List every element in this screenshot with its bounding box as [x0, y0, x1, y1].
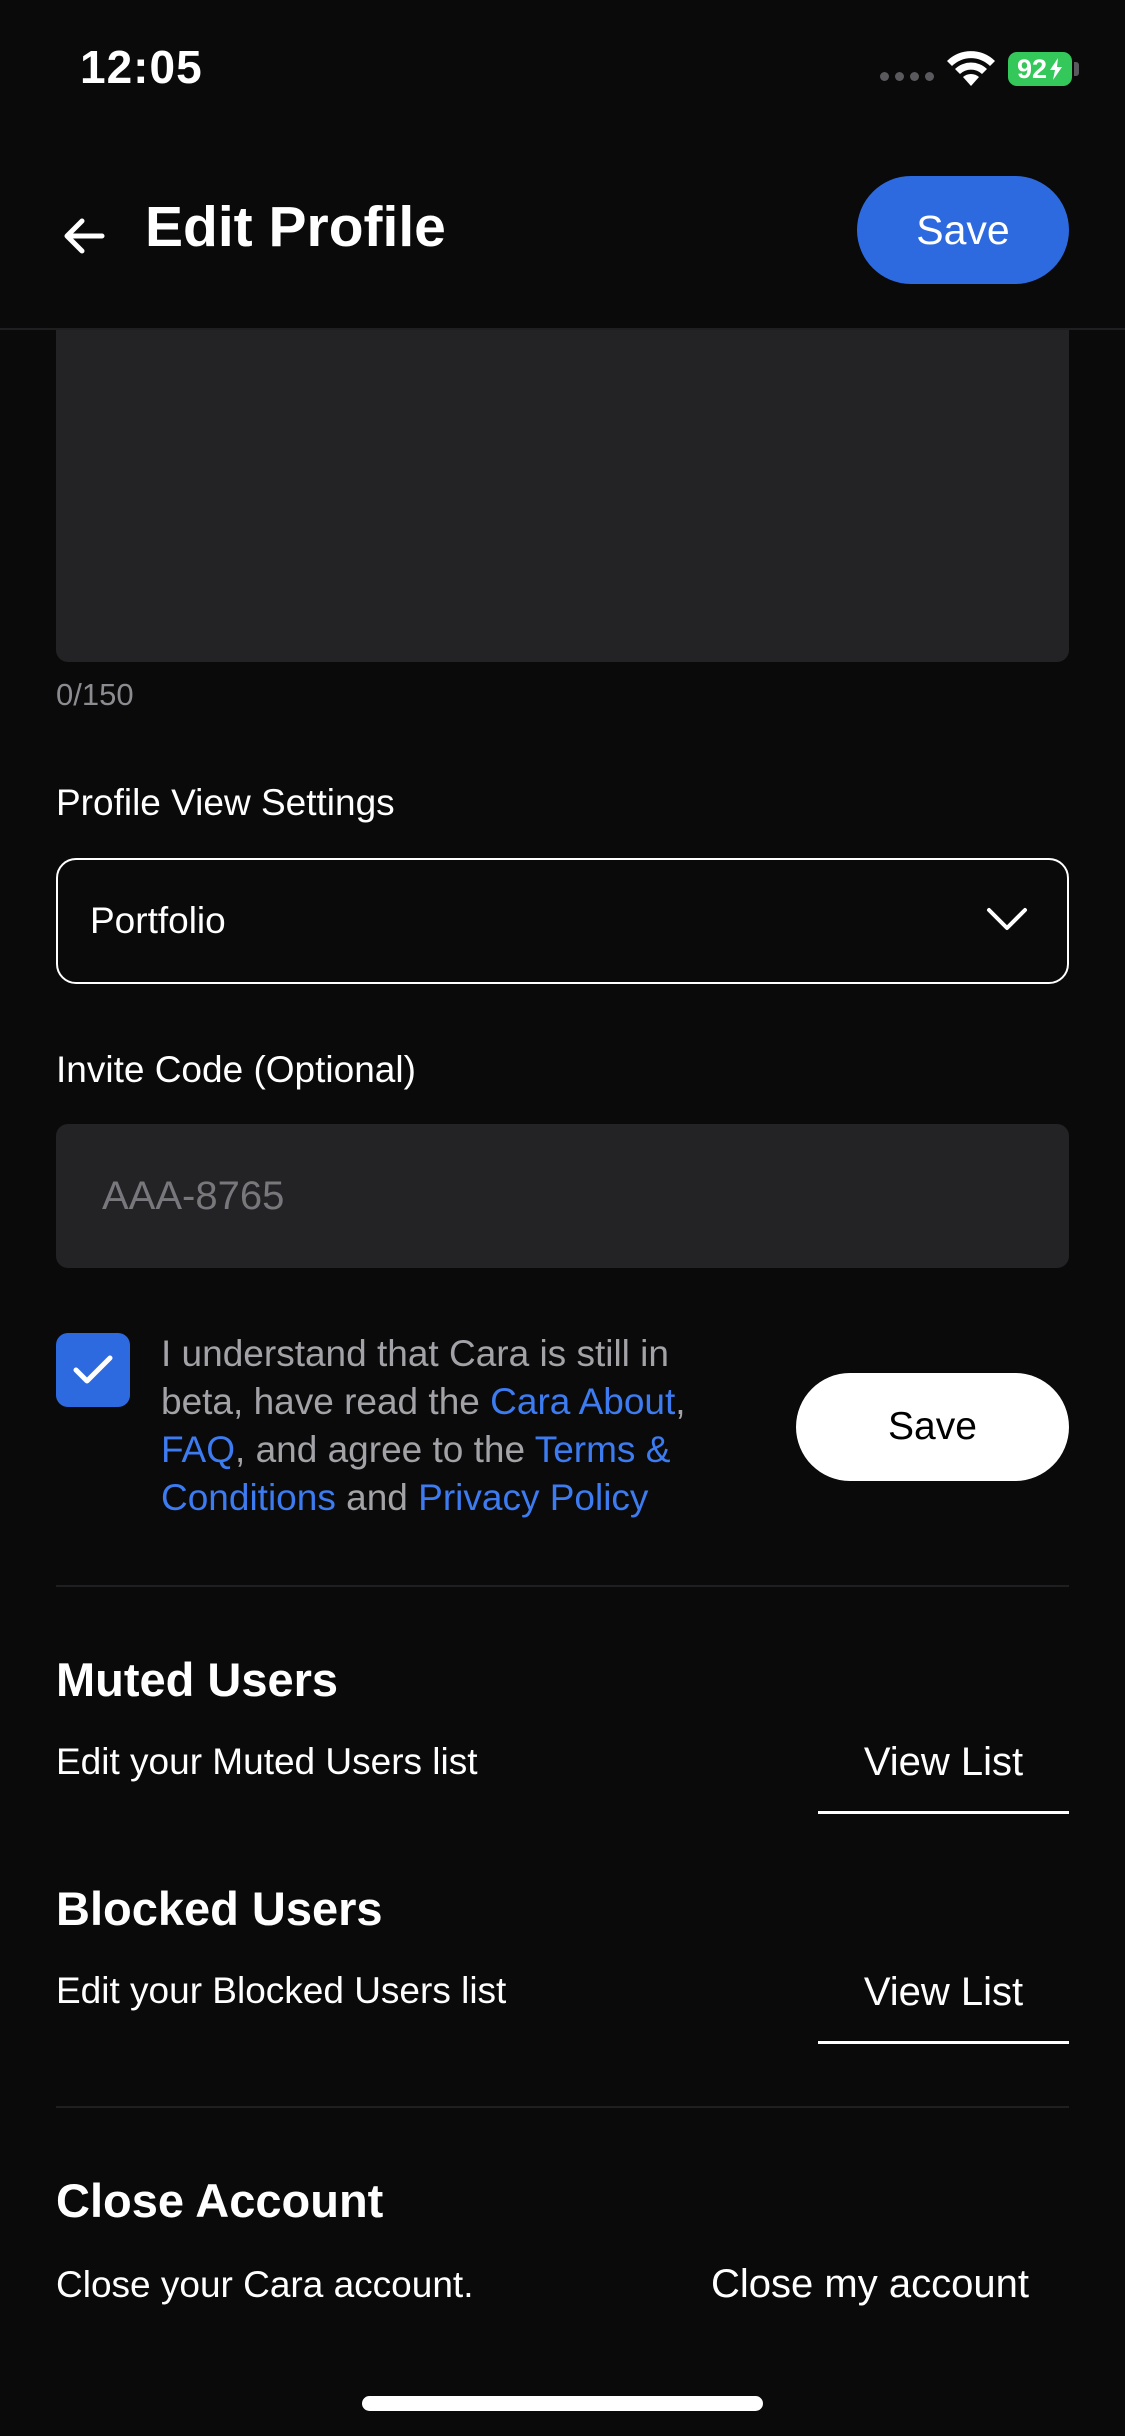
home-indicator [362, 2396, 763, 2411]
blocked-users-title: Blocked Users [56, 1882, 383, 1935]
muted-users-title: Muted Users [56, 1653, 339, 1706]
status-bar: 12:05 92 [0, 0, 1125, 140]
checkmark-icon [73, 1355, 113, 1384]
bio-textarea[interactable] [56, 330, 1069, 662]
signal-icon [880, 72, 934, 81]
terms-save-button[interactable]: Save [796, 1373, 1069, 1481]
header: Edit Profile Save [0, 140, 1125, 330]
terms-checkbox[interactable] [56, 1333, 130, 1407]
terms-text-2: , [675, 1381, 686, 1422]
arrow-left-icon [64, 218, 105, 254]
profile-view-select[interactable]: Portfolio [56, 858, 1069, 984]
invite-code-label: Invite Code (Optional) [56, 1049, 416, 1090]
char-count: 0/150 [56, 677, 134, 712]
muted-view-list-button[interactable]: View List [818, 1732, 1069, 1814]
battery-icon: 92 [1008, 52, 1072, 86]
profile-view-label: Profile View Settings [56, 782, 395, 823]
faq-link[interactable]: FAQ [161, 1429, 235, 1470]
battery-level: 92 [1016, 53, 1048, 84]
terms-text-4: and [335, 1477, 419, 1518]
divider [56, 1585, 1069, 1587]
cara-about-link[interactable]: Cara About [490, 1381, 675, 1422]
status-time: 12:05 [80, 41, 203, 93]
muted-users-description: Edit your Muted Users list [56, 1741, 478, 1782]
close-account-title: Close Account [56, 2174, 384, 2227]
blocked-users-description: Edit your Blocked Users list [56, 1970, 507, 2011]
blocked-view-list-button[interactable]: View List [818, 1962, 1069, 2044]
profile-view-value: Portfolio [90, 900, 226, 941]
invite-code-input[interactable] [56, 1124, 1069, 1268]
divider [56, 2106, 1069, 2108]
privacy-policy-link[interactable]: Privacy Policy [418, 1477, 648, 1518]
close-account-description: Close your Cara account. [56, 2264, 474, 2305]
page-title: Edit Profile [145, 195, 446, 259]
back-button[interactable] [52, 204, 116, 268]
close-account-button[interactable]: Close my account [670, 2254, 1070, 2314]
save-button[interactable]: Save [857, 176, 1069, 284]
chevron-down-icon [987, 908, 1027, 930]
wifi-icon [946, 50, 996, 93]
terms-text: I understand that Cara is still in beta,… [161, 1330, 751, 1522]
battery-tip [1074, 62, 1079, 76]
terms-text-3: , and agree to the [235, 1429, 535, 1470]
